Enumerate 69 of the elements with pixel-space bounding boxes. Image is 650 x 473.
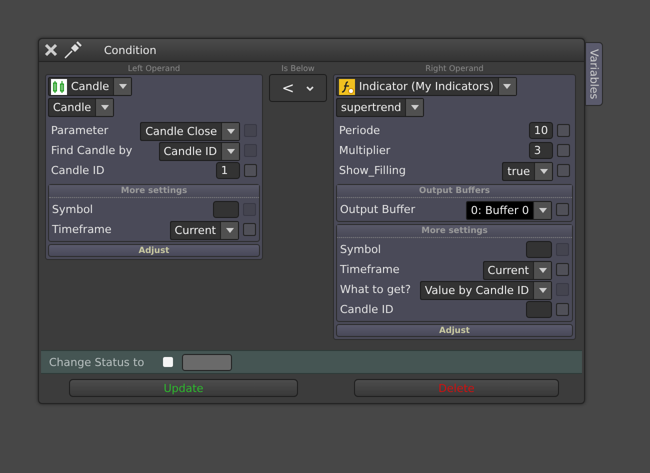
checkbox[interactable] bbox=[556, 303, 569, 316]
source-dropdown[interactable]: Indicator (My Indicators) bbox=[336, 77, 517, 96]
field-label: Symbol bbox=[340, 243, 382, 256]
function-icon bbox=[339, 78, 355, 94]
type-dropdown[interactable]: Candle bbox=[48, 98, 114, 117]
section-header: More settings bbox=[337, 225, 572, 238]
variables-tab[interactable]: Variables bbox=[585, 42, 603, 106]
chevron-icon bbox=[306, 86, 314, 90]
type-dropdown[interactable]: supertrend bbox=[336, 98, 424, 117]
section-header: Output Buffers bbox=[337, 185, 572, 198]
field-label: Candle ID bbox=[340, 303, 394, 316]
checkbox[interactable] bbox=[163, 357, 173, 367]
window-title: Condition bbox=[104, 44, 156, 56]
adjust-button[interactable]: Adjust bbox=[336, 324, 573, 337]
caret-icon bbox=[538, 268, 546, 273]
dropdown[interactable]: true bbox=[502, 162, 553, 181]
close-icon[interactable] bbox=[44, 43, 58, 57]
dropdown[interactable]: Value by Candle ID bbox=[420, 281, 552, 300]
field-label: Output Buffer bbox=[340, 203, 416, 216]
pin-icon[interactable] bbox=[64, 41, 82, 59]
input-field[interactable] bbox=[526, 241, 552, 258]
caret-icon bbox=[100, 105, 109, 110]
dropdown[interactable]: 0: Buffer 0 bbox=[466, 201, 552, 220]
operand-heading: Right Operand bbox=[424, 64, 485, 74]
dropdown[interactable]: Candle Close bbox=[140, 122, 240, 141]
checkbox[interactable] bbox=[244, 164, 257, 177]
status-label: Change Status to bbox=[49, 356, 146, 368]
checkbox[interactable] bbox=[556, 263, 569, 276]
field-label: Symbol bbox=[52, 203, 94, 216]
field-label: Find Candle by bbox=[51, 144, 134, 157]
caret-icon bbox=[118, 84, 127, 89]
update-button[interactable]: Update bbox=[69, 379, 298, 397]
field-label: Show_Filling bbox=[339, 164, 407, 177]
source-dropdown[interactable]: Candle bbox=[48, 77, 132, 96]
field-label: Parameter bbox=[51, 124, 110, 137]
input-field[interactable] bbox=[526, 301, 552, 318]
caret-icon bbox=[226, 149, 234, 154]
field-label: Periode bbox=[339, 124, 382, 137]
dropdown[interactable]: Current bbox=[482, 261, 552, 280]
field-label: Timeframe bbox=[340, 263, 401, 276]
caret-icon bbox=[540, 169, 548, 174]
input-field[interactable] bbox=[213, 201, 239, 218]
field-label: Candle ID bbox=[51, 164, 106, 177]
caret-icon bbox=[538, 208, 546, 213]
caret-icon bbox=[503, 84, 512, 89]
candlestick-icon bbox=[51, 78, 67, 94]
status-field[interactable] bbox=[182, 354, 232, 370]
adjust-button[interactable]: Adjust bbox=[48, 244, 260, 257]
dropdown[interactable]: Candle ID bbox=[158, 142, 240, 161]
caret-icon bbox=[226, 129, 234, 134]
field-label: What to get? bbox=[340, 283, 412, 296]
checkbox[interactable] bbox=[557, 124, 570, 137]
operand-heading: Left Operand bbox=[126, 64, 182, 74]
operator-dropdown[interactable]: < bbox=[269, 74, 327, 102]
section-header: More settings bbox=[49, 185, 259, 198]
caret-icon bbox=[538, 288, 546, 293]
input-field[interactable]: 3 bbox=[529, 142, 553, 159]
input-field[interactable]: 1 bbox=[216, 162, 240, 179]
checkbox[interactable] bbox=[556, 203, 569, 216]
field-label: Timeframe bbox=[52, 223, 113, 236]
dropdown[interactable]: Current bbox=[170, 221, 239, 240]
checkbox[interactable] bbox=[243, 223, 256, 236]
caret-icon bbox=[226, 228, 234, 233]
input-field[interactable]: 10 bbox=[529, 122, 553, 139]
field-label: Multiplier bbox=[339, 144, 392, 157]
operator-heading: Is Below bbox=[280, 64, 316, 74]
checkbox[interactable] bbox=[557, 164, 570, 177]
checkbox[interactable] bbox=[557, 144, 570, 157]
caret-icon bbox=[410, 105, 419, 110]
